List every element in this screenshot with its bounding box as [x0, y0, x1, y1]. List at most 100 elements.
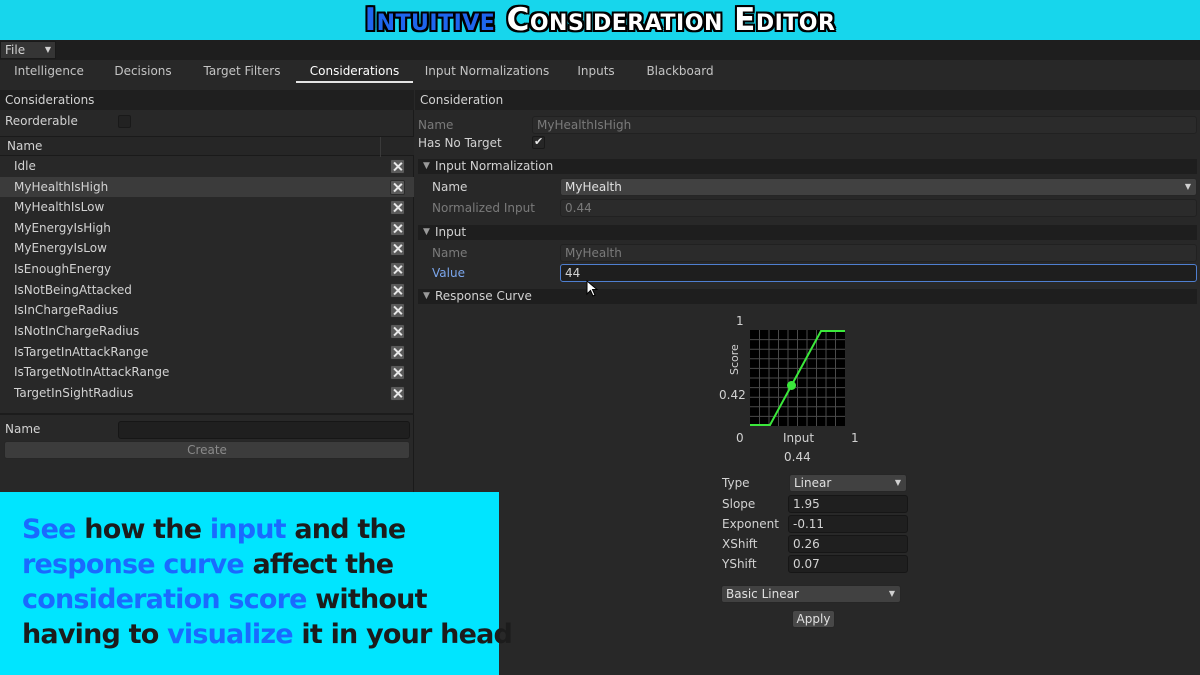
column-divider[interactable]	[380, 137, 381, 157]
list-item[interactable]: MyHealthIsHigh	[0, 177, 414, 197]
triangle-down-icon: ▼	[423, 227, 430, 237]
chevron-down-icon: ▼	[44, 45, 51, 54]
list-item-label: IsNotBeingAttacked	[14, 283, 132, 297]
close-icon[interactable]	[390, 221, 405, 236]
close-icon[interactable]	[390, 345, 405, 360]
info-text: consideration score	[22, 584, 307, 615]
info-line-4: having to visualize it in your head	[22, 617, 513, 652]
slope-input[interactable]: 1.95	[788, 495, 908, 513]
reorderable-checkbox[interactable]	[118, 115, 131, 128]
preset-dropdown[interactable]: Basic Linear ▼	[721, 585, 901, 603]
list-item[interactable]: MyEnergyIsHigh	[0, 218, 414, 238]
list-item[interactable]: IsTargetInAttackRange	[0, 342, 414, 362]
list-item[interactable]: IsInChargeRadius	[0, 300, 414, 320]
section-title: Input	[435, 225, 467, 239]
triangle-down-icon: ▼	[423, 161, 430, 171]
list-item[interactable]: IsTargetNotInAttackRange	[0, 362, 414, 382]
curve-type-dropdown[interactable]: Linear ▼	[789, 474, 907, 492]
chevron-down-icon: ▼	[894, 478, 901, 487]
file-menu[interactable]: File ▼	[0, 41, 56, 59]
info-callout: See how the input and the response curve…	[0, 492, 513, 675]
close-icon[interactable]	[390, 200, 405, 215]
y-max-label: 1	[736, 314, 744, 328]
list-item-label: MyHealthIsHigh	[14, 180, 109, 194]
close-icon[interactable]	[390, 283, 405, 298]
list-header-name: Name	[7, 139, 43, 153]
normalization-name-dropdown[interactable]: MyHealth ▼	[560, 178, 1197, 196]
info-text: how the	[75, 514, 210, 545]
type-label: Type	[722, 476, 750, 490]
input-normalization-section[interactable]: ▼ Input Normalization	[418, 159, 1197, 174]
close-icon[interactable]	[390, 180, 405, 195]
xshift-input[interactable]: 0.26	[788, 535, 908, 553]
close-icon[interactable]	[390, 365, 405, 380]
list-item[interactable]: IsNotInChargeRadius	[0, 321, 414, 341]
tab-intelligence[interactable]: Intelligence	[5, 60, 93, 83]
response-curve-graph	[750, 330, 845, 426]
x-axis-label: Input	[783, 431, 815, 445]
info-text: input	[209, 514, 287, 545]
response-curve-section[interactable]: ▼ Response Curve	[418, 289, 1197, 304]
tab-target-filters[interactable]: Target Filters	[193, 60, 291, 83]
dropdown-value: Linear	[794, 476, 832, 490]
input-name-label: Name	[432, 246, 468, 260]
exponent-input[interactable]: -0.11	[788, 515, 908, 533]
close-icon[interactable]	[390, 303, 405, 318]
banner-title-rest: Consideration Editor	[506, 2, 836, 38]
input-value-readout: 0.44	[784, 450, 811, 464]
section-title: Input Normalization	[435, 159, 554, 173]
input-value-field[interactable]: 44	[560, 264, 1197, 282]
tab-inputs[interactable]: Inputs	[566, 60, 626, 83]
has-no-target-label: Has No Target	[418, 136, 502, 150]
normalization-name-label: Name	[432, 180, 468, 194]
xshift-label: XShift	[722, 537, 758, 551]
list-item[interactable]: IsNotBeingAttacked	[0, 280, 414, 300]
close-icon[interactable]	[390, 241, 405, 256]
list-item-label: MyEnergyIsHigh	[14, 221, 111, 235]
tab-bar: Intelligence Decisions Target Filters Co…	[0, 60, 1200, 83]
tab-blackboard[interactable]: Blackboard	[640, 60, 720, 83]
close-icon[interactable]	[390, 324, 405, 339]
close-icon[interactable]	[390, 386, 405, 401]
list-item[interactable]: MyEnergyIsLow	[0, 238, 414, 258]
new-name-input[interactable]	[118, 421, 410, 439]
divider	[0, 413, 414, 415]
info-text: affect the	[243, 549, 394, 580]
info-line-3: consideration score without	[22, 582, 477, 617]
has-no-target-checkbox[interactable]: ✔	[532, 135, 545, 149]
create-button[interactable]: Create	[4, 441, 410, 459]
list-item-label: IsTargetNotInAttackRange	[14, 365, 170, 379]
banner-title-highlight: Intuitive	[364, 2, 496, 38]
title-banner: Intuitive Consideration Editor	[0, 0, 1200, 40]
list-item-label: IsTargetInAttackRange	[14, 345, 149, 359]
tab-considerations[interactable]: Considerations	[296, 60, 413, 83]
info-text: See	[22, 514, 76, 545]
dropdown-value: MyHealth	[565, 180, 622, 194]
list-item[interactable]: IsEnoughEnergy	[0, 259, 414, 279]
panel-title: Considerations	[0, 90, 414, 110]
list-item-label: IsEnoughEnergy	[14, 262, 112, 276]
info-text: visualize	[167, 619, 294, 650]
close-icon[interactable]	[390, 159, 405, 174]
list-item[interactable]: MyHealthIsLow	[0, 197, 414, 217]
input-section[interactable]: ▼ Input	[418, 225, 1197, 240]
info-text: without	[306, 584, 427, 615]
new-name-label: Name	[5, 422, 41, 436]
name-field: MyHealthIsHigh	[532, 116, 1197, 134]
close-icon[interactable]	[390, 262, 405, 277]
info-line-1: See how the input and the	[22, 512, 477, 547]
yshift-input[interactable]: 0.07	[788, 555, 908, 573]
tab-input-normalizations[interactable]: Input Normalizations	[420, 60, 554, 83]
list-item-label: TargetInSightRadius	[14, 386, 134, 400]
apply-button[interactable]: Apply	[792, 610, 835, 628]
normalized-input-label: Normalized Input	[432, 201, 535, 215]
list-item[interactable]: TargetInSightRadius	[0, 383, 414, 403]
list-header: Name	[0, 136, 414, 157]
list-item[interactable]: Idle	[0, 156, 414, 176]
yshift-label: YShift	[722, 557, 757, 571]
list-item-label: Idle	[14, 159, 36, 173]
panel-title: Consideration	[415, 90, 1200, 110]
consideration-panel: Consideration Name MyHealthIsHigh Has No…	[415, 90, 1200, 675]
list-item-label: MyEnergyIsLow	[14, 241, 107, 255]
tab-decisions[interactable]: Decisions	[103, 60, 183, 83]
